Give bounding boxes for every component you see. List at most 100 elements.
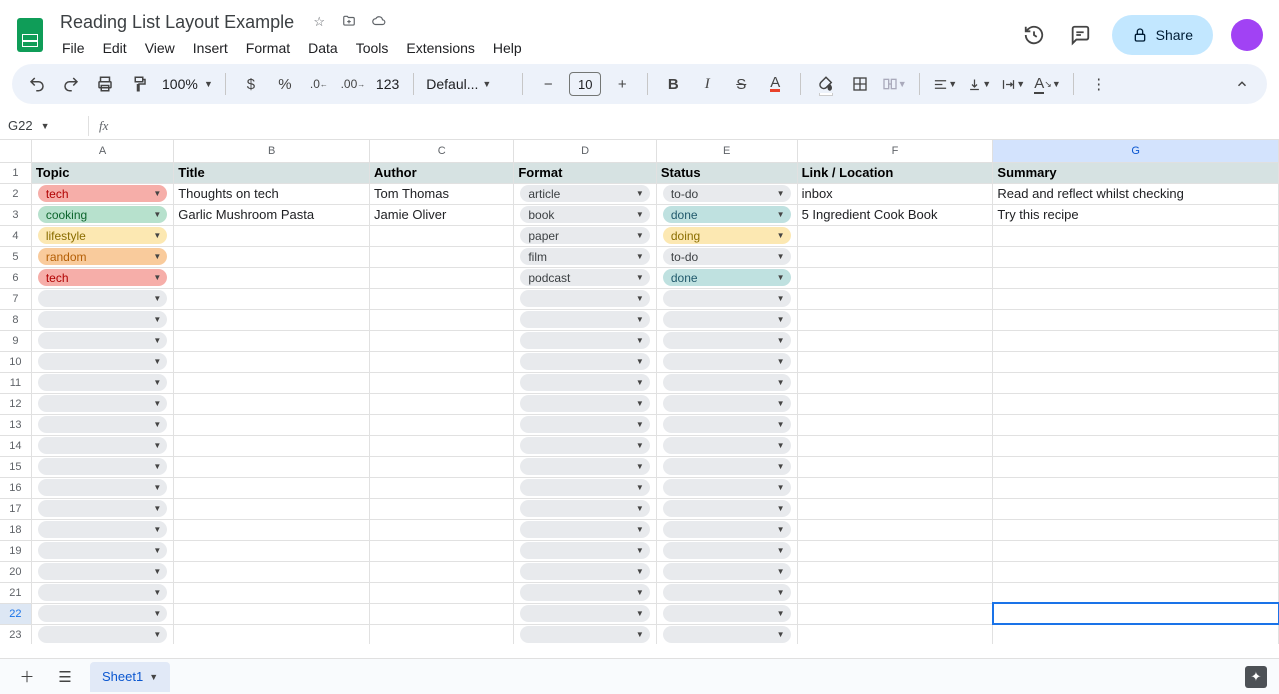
cell[interactable] [797, 477, 993, 498]
header-cell[interactable]: Title [174, 162, 370, 183]
cell[interactable]: Tom Thomas [370, 183, 514, 204]
col-header-F[interactable]: F [797, 140, 993, 162]
row-header[interactable]: 18 [0, 519, 31, 540]
select-all-corner[interactable] [0, 140, 31, 162]
print-button[interactable] [92, 70, 118, 98]
header-cell[interactable]: Status [656, 162, 797, 183]
cell[interactable]: ▼ [31, 393, 173, 414]
cell[interactable] [174, 540, 370, 561]
cell[interactable]: ▼ [514, 603, 657, 624]
dropdown-chip[interactable]: ▼ [520, 500, 650, 517]
cell[interactable] [993, 582, 1279, 603]
cell[interactable]: ▼ [514, 309, 657, 330]
cell[interactable] [797, 351, 993, 372]
rotate-button[interactable]: A↘▼ [1034, 70, 1060, 98]
name-box[interactable]: G22▼ [0, 118, 88, 133]
dropdown-chip[interactable]: ▼ [38, 521, 167, 538]
cell[interactable]: ▼ [31, 372, 173, 393]
dropdown-chip[interactable]: ▼ [663, 563, 791, 580]
dropdown-chip[interactable]: ▼ [520, 311, 650, 328]
dropdown-chip[interactable]: ▼ [38, 563, 167, 580]
cell[interactable] [370, 267, 514, 288]
cell[interactable] [797, 540, 993, 561]
cell[interactable]: ▼ [514, 498, 657, 519]
cell[interactable]: ▼ [514, 561, 657, 582]
dropdown-chip[interactable]: ▼ [663, 479, 791, 496]
cell[interactable]: ▼ [514, 372, 657, 393]
cell[interactable] [174, 351, 370, 372]
cell[interactable] [993, 477, 1279, 498]
cell[interactable] [993, 540, 1279, 561]
cell[interactable] [174, 414, 370, 435]
cell[interactable] [993, 603, 1279, 624]
bold-button[interactable]: B [660, 70, 686, 98]
font-size-decrease[interactable]: − [535, 70, 561, 98]
cell[interactable]: to-do▼ [656, 246, 797, 267]
cell[interactable]: ▼ [656, 561, 797, 582]
cell[interactable] [370, 372, 514, 393]
dropdown-chip[interactable]: ▼ [663, 605, 791, 622]
cell[interactable] [370, 330, 514, 351]
cell[interactable] [797, 561, 993, 582]
cell[interactable] [797, 309, 993, 330]
cell[interactable]: ▼ [31, 288, 173, 309]
cell[interactable]: ▼ [514, 435, 657, 456]
dropdown-chip[interactable]: ▼ [520, 416, 650, 433]
header-cell[interactable]: Format [514, 162, 657, 183]
cell[interactable] [797, 624, 993, 644]
menu-format[interactable]: Format [238, 36, 298, 60]
cell[interactable] [370, 414, 514, 435]
dropdown-chip[interactable]: paper▼ [520, 227, 650, 244]
dropdown-chip[interactable]: ▼ [38, 374, 167, 391]
h-align-button[interactable]: ▼ [932, 70, 958, 98]
row-header[interactable]: 8 [0, 309, 31, 330]
spreadsheet-grid[interactable]: ABCDEFG1TopicTitleAuthorFormatStatusLink… [0, 140, 1279, 644]
cell[interactable] [797, 267, 993, 288]
cell[interactable]: ▼ [514, 393, 657, 414]
dropdown-chip[interactable]: ▼ [663, 437, 791, 454]
dropdown-chip[interactable]: doing▼ [663, 227, 791, 244]
dropdown-chip[interactable]: ▼ [38, 605, 167, 622]
row-header[interactable]: 6 [0, 267, 31, 288]
cell[interactable]: ▼ [656, 582, 797, 603]
cloud-status-icon[interactable] [370, 14, 388, 30]
dropdown-chip[interactable]: ▼ [38, 458, 167, 475]
cell[interactable]: ▼ [656, 603, 797, 624]
dropdown-chip[interactable]: ▼ [520, 563, 650, 580]
cell[interactable]: ▼ [514, 582, 657, 603]
cell[interactable]: ▼ [31, 414, 173, 435]
cell[interactable]: ▼ [656, 372, 797, 393]
dropdown-chip[interactable]: ▼ [38, 479, 167, 496]
row-header[interactable]: 17 [0, 498, 31, 519]
dropdown-chip[interactable]: podcast▼ [520, 269, 650, 286]
cell[interactable] [370, 288, 514, 309]
dropdown-chip[interactable]: ▼ [38, 332, 167, 349]
cell[interactable] [174, 561, 370, 582]
add-sheet-button[interactable]: ＋ [14, 663, 40, 691]
dropdown-chip[interactable]: ▼ [520, 353, 650, 370]
cell[interactable]: done▼ [656, 204, 797, 225]
row-header[interactable]: 1 [0, 162, 31, 183]
dropdown-chip[interactable]: tech▼ [38, 269, 167, 286]
cell[interactable] [174, 372, 370, 393]
cell[interactable] [797, 225, 993, 246]
cell[interactable] [797, 582, 993, 603]
header-cell[interactable]: Topic [31, 162, 173, 183]
cell[interactable]: ▼ [514, 519, 657, 540]
menu-help[interactable]: Help [485, 36, 530, 60]
account-avatar[interactable] [1231, 19, 1263, 51]
col-header-D[interactable]: D [514, 140, 657, 162]
italic-button[interactable]: I [694, 70, 720, 98]
cell[interactable] [993, 330, 1279, 351]
move-icon[interactable] [340, 14, 358, 30]
cell[interactable] [797, 330, 993, 351]
cell[interactable]: ▼ [31, 330, 173, 351]
dropdown-chip[interactable]: ▼ [38, 626, 167, 643]
redo-button[interactable] [58, 70, 84, 98]
dropdown-chip[interactable]: ▼ [663, 521, 791, 538]
dropdown-chip[interactable]: ▼ [520, 479, 650, 496]
cell[interactable]: ▼ [31, 603, 173, 624]
cell[interactable] [993, 309, 1279, 330]
col-header-A[interactable]: A [31, 140, 173, 162]
cell[interactable]: film▼ [514, 246, 657, 267]
